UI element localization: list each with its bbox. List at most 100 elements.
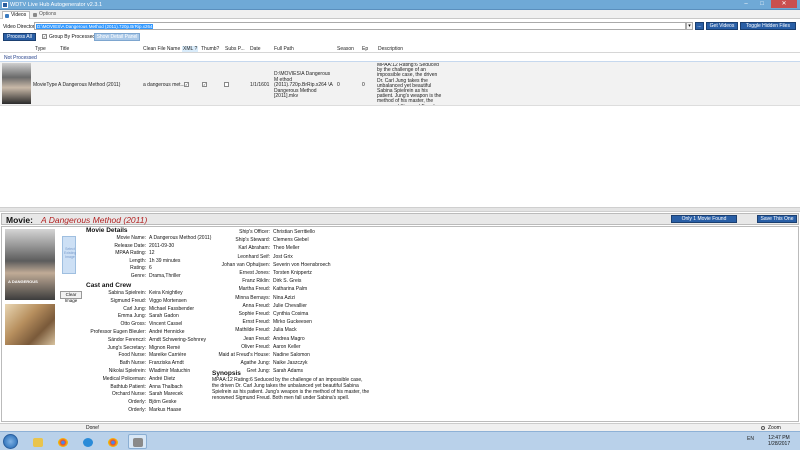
close-button[interactable]: ✕ (771, 0, 797, 8)
detail-value: Sarah Adams (273, 368, 304, 375)
detail-value: Cynthia Cosima (273, 311, 309, 317)
get-videos-button[interactable]: Get Videos (706, 22, 738, 30)
panel-splitter[interactable] (0, 207, 800, 212)
directory-dropdown-arrow[interactable]: ▾ (686, 22, 693, 30)
detail-value: 2011-09-30 (149, 242, 175, 249)
column-season[interactable]: Season (337, 46, 354, 52)
thumbnail-placeholder[interactable]: Select Existing Image (62, 236, 76, 274)
detail-value: 1h 39 minutes (149, 257, 181, 264)
tab-videos-label: Videos (11, 12, 27, 18)
process-all-button[interactable]: Process All (3, 33, 36, 41)
cell-type: MovieType (33, 82, 58, 88)
detail-key: Jung's Secretary: (107, 344, 146, 351)
detail-value: A Dangerous Method (2011) (149, 235, 212, 241)
gear-icon (33, 13, 37, 17)
detail-key: Movie Name: (116, 235, 146, 241)
detail-value: Mirko Guckeesen (273, 319, 312, 326)
detail-key: Sigmund Freud: (110, 297, 146, 304)
detail-value: Nadine Salomon (273, 352, 310, 358)
group-by-processed-checkbox[interactable]: ✓ (42, 34, 47, 39)
autogenerator-taskbar-icon[interactable] (128, 434, 147, 449)
thumbnail-placeholder-text: Select Existing Image (64, 247, 77, 259)
movie-still-image[interactable] (5, 304, 55, 345)
chrome-app-taskbar-icon[interactable] (103, 434, 122, 449)
detail-key: MPAA Rating: (115, 250, 146, 256)
toggle-hidden-files-button[interactable]: Toggle Hidden Files (740, 22, 796, 30)
detail-value: Katharina Palm (273, 286, 308, 293)
zoom-icon[interactable] (761, 426, 765, 430)
detail-value: 6 (149, 265, 152, 271)
group-header-not-processed[interactable]: Not Processed (0, 54, 800, 62)
synopsis-text: MPAA:12 Rating:6 Seduced by the challeng… (212, 377, 370, 401)
detail-value: Julie Chevallier (273, 302, 307, 309)
detail-value: Björn Geske (149, 399, 177, 406)
column-description[interactable]: Description (378, 46, 403, 52)
detail-key: Release Date: (114, 242, 146, 249)
clear-image-button[interactable]: Clear Image (60, 291, 82, 303)
movie-thumbnail (2, 63, 31, 104)
detail-value: Franziska Arndt (149, 360, 184, 367)
cell-clean-file-name: a dangerous met... (143, 82, 185, 88)
detail-key: Agathe Jung: (240, 360, 270, 367)
detail-key: Carl Jung: (123, 305, 146, 312)
maximize-button[interactable]: □ (755, 0, 769, 8)
detail-key: Johan van Ophuijsen: (221, 261, 270, 268)
detail-key: Food Nurse: (118, 352, 146, 359)
show-detail-panel-button[interactable]: Show Detail Panel (94, 33, 140, 41)
detail-value: Michael Fassbender (149, 305, 195, 312)
column-thumb[interactable]: Thumb? (201, 46, 219, 52)
detail-key: Sabina Spielrein: (108, 290, 146, 296)
column-full-path[interactable]: Full Path (274, 46, 294, 52)
detail-key: Orchard Nurse: (111, 391, 146, 398)
tab-options[interactable]: Options (31, 11, 59, 19)
language-indicator[interactable]: EN (747, 436, 754, 442)
browse-button[interactable]: ... (695, 22, 704, 30)
detail-value: Nina Azizi (273, 294, 295, 301)
detail-key: Orderly: (128, 407, 146, 413)
detail-key: Sophie Freud: (238, 311, 270, 317)
minimize-button[interactable]: – (739, 0, 753, 8)
column-xml[interactable]: XML ? (182, 46, 199, 52)
column-title[interactable]: Title (60, 46, 69, 52)
detail-key: Bath Nurse: (119, 360, 146, 367)
detail-value: Sarah Marecek (149, 391, 183, 398)
detail-key: Rating: (130, 265, 146, 271)
table-row[interactable]: MovieType A Dangerous Method (2011) a da… (0, 62, 800, 106)
detail-key: Oliver Freud: (241, 343, 270, 350)
chrome-taskbar-icon[interactable] (53, 434, 72, 449)
thumb-checkbox[interactable]: ✓ (202, 82, 207, 87)
detail-value: 12 (149, 250, 155, 256)
save-movie-button[interactable]: Save This One (757, 215, 797, 223)
detail-header: Movie: A Dangerous Method (2011) Only 1 … (1, 213, 799, 225)
grid-header: Type Title Clean File Name XML ? Thumb? … (0, 44, 800, 53)
column-date[interactable]: Date (250, 46, 261, 52)
detail-value: Severin von Hoensbroech (273, 261, 331, 268)
detail-key: Sándor Ferenczi: (107, 336, 146, 343)
detail-kind-label: Movie: (6, 215, 33, 225)
subs-checkbox[interactable] (224, 82, 229, 87)
video-directory-input[interactable]: D:\MOVIES\A Dangerous Method (2011).720p… (34, 22, 686, 30)
detail-key: Ernst Freud: (242, 319, 270, 326)
cell-ep: 0 (362, 82, 365, 88)
clock-date: 1/28/2017 (767, 441, 791, 447)
file-explorer-taskbar-icon[interactable] (28, 434, 47, 449)
column-type[interactable]: Type (35, 46, 46, 52)
xml-checkbox[interactable]: ✓ (184, 82, 189, 87)
column-subs[interactable]: Subs P... (225, 46, 245, 52)
detail-value: Mareike Carrière (149, 352, 187, 359)
detail-value: Dirk S. Greis (273, 278, 302, 285)
video-directory-label: Video Directory (3, 24, 38, 30)
column-ep[interactable]: Ep (362, 46, 368, 52)
detail-value: Arndt Schwering-Sohnrey (149, 336, 206, 343)
only-movie-found-button[interactable]: Only 1 Movie Found (671, 215, 737, 223)
internet-explorer-taskbar-icon[interactable] (78, 434, 97, 449)
detail-value: Julia Mack (273, 327, 297, 334)
movie-poster[interactable]: A DANGEROUS (5, 229, 55, 300)
detail-key: Ship's Officer: (239, 229, 270, 235)
detail-value: Jost Grix (273, 253, 293, 260)
clock[interactable]: 12:47 PM 1/28/2017 (766, 435, 792, 447)
column-clean-file-name[interactable]: Clean File Name (143, 46, 180, 52)
start-button[interactable] (3, 434, 18, 449)
tab-videos[interactable]: Videos (2, 11, 30, 19)
detail-value: André Hennicke (149, 329, 185, 335)
